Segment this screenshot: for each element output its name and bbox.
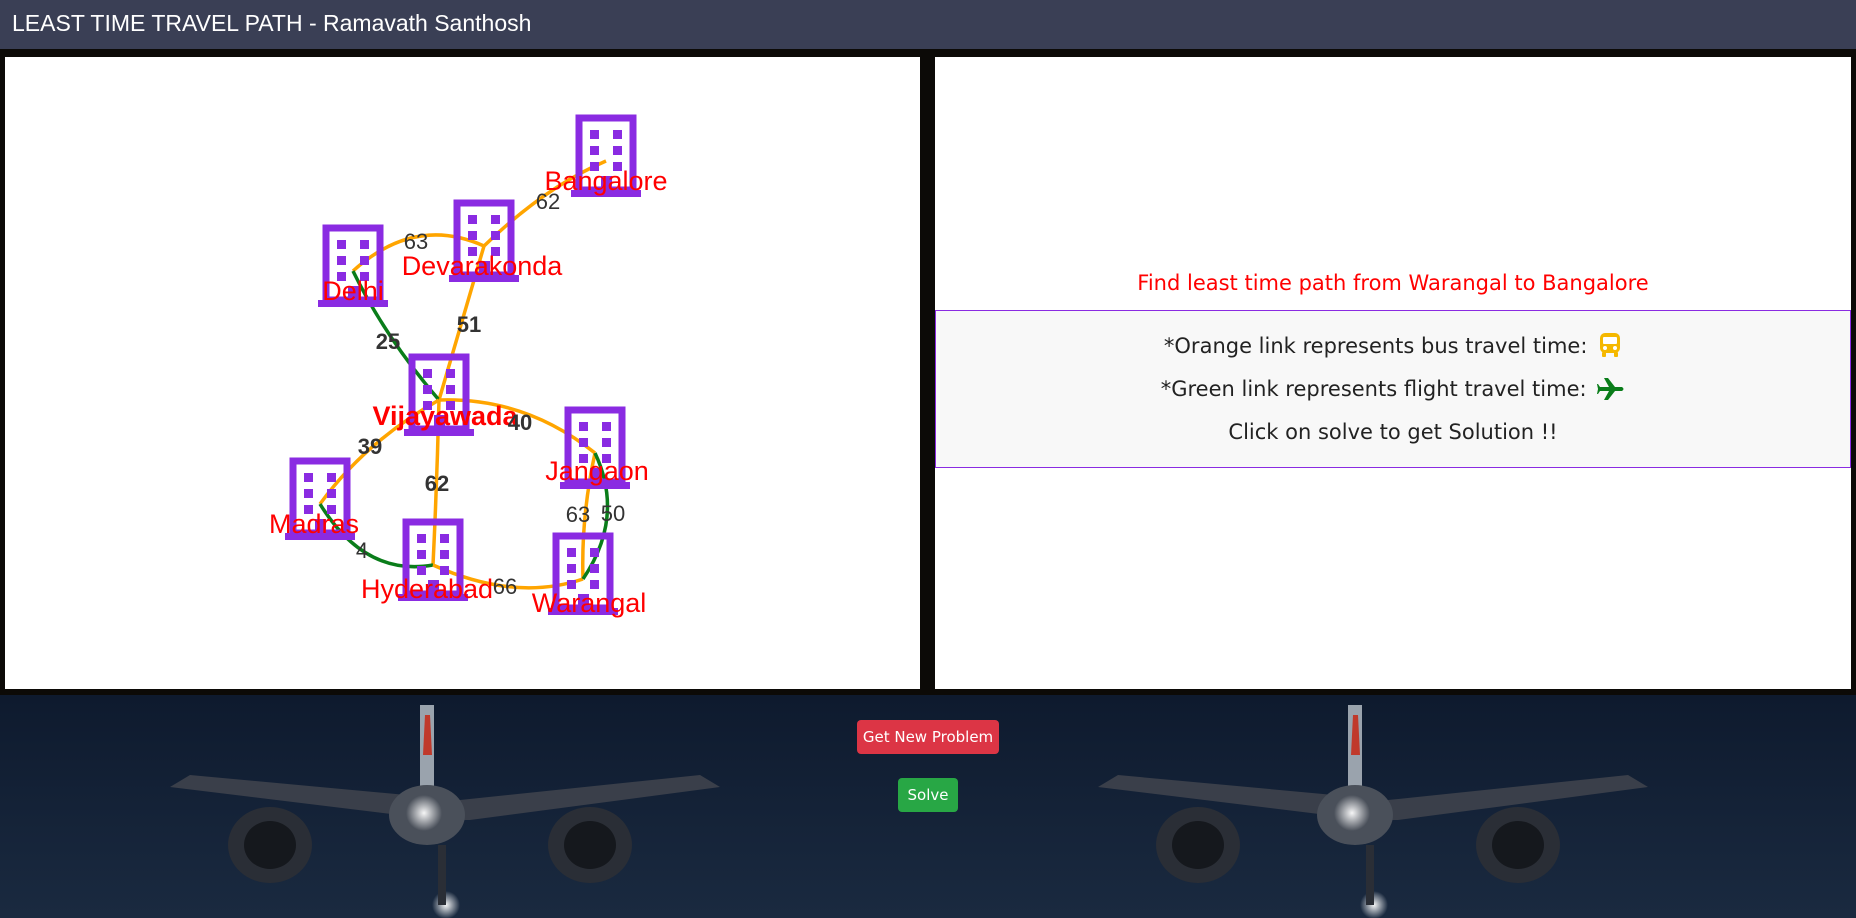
edge-time-label: 62	[425, 471, 449, 496]
travel-graph: Bangalore Devarakonda Delhi Vijayawada Janga…	[269, 57, 668, 618]
edge-time-label: 4	[356, 538, 368, 563]
flight-legend: *Green link represents flight travel tim…	[936, 374, 1850, 417]
problem-statement: Find least time path from Warangal to Ba…	[1137, 271, 1649, 295]
city-node-bangalore: Bangalore	[544, 118, 668, 197]
city-node-warangal: Warangal	[532, 536, 647, 618]
city-name-label: Warangal	[532, 588, 647, 618]
city-name-label: Hyderabad	[361, 574, 493, 604]
solve-hint: Click on solve to get Solution !!	[1228, 420, 1558, 444]
city-name-label: Jangaon	[545, 456, 649, 486]
city-name-label: Vijayawada	[372, 401, 518, 431]
background-banner: Get New Problem Solve	[0, 695, 1856, 918]
bus-legend-text: *Orange link represents bus travel time:	[1163, 334, 1588, 358]
city-node-delhi: Delhi	[318, 228, 388, 307]
get-new-problem-button[interactable]: Get New Problem	[857, 720, 999, 754]
edge-time-label: 40	[508, 410, 532, 435]
bus-legend: *Orange link represents bus travel time:	[936, 331, 1850, 374]
city-name-label: Devarakonda	[402, 251, 564, 281]
edge-time-label: 66	[493, 574, 517, 599]
graph-panel: Bangalore Devarakonda Delhi Vijayawada Janga…	[5, 57, 920, 689]
city-node-vijayawada: Vijayawada	[372, 357, 519, 436]
airplane-icon	[1597, 378, 1624, 400]
edge-time-label: 39	[358, 434, 382, 459]
legend-box: *Orange link represents bus travel time:…	[935, 310, 1851, 468]
edge-time-label: 62	[536, 189, 560, 214]
city-layer: Bangalore Devarakonda Delhi Vijayawada Janga…	[269, 118, 668, 618]
edge-time-label: 51	[457, 312, 481, 337]
app-title: LEAST TIME TRAVEL PATH - Ramavath Santho…	[12, 10, 532, 36]
city-name-label: Madras	[269, 509, 359, 539]
edge-time-label: 63	[566, 502, 590, 527]
bus-icon	[1600, 333, 1621, 357]
info-panel: Find least time path from Warangal to Ba…	[935, 57, 1851, 689]
edge-time-label: 25	[376, 329, 400, 354]
city-name-label: Bangalore	[544, 166, 667, 196]
city-node-madras: Madras	[269, 461, 359, 540]
app-header: LEAST TIME TRAVEL PATH - Ramavath Santho…	[0, 0, 1856, 49]
city-node-jangaon: Jangaon	[545, 410, 649, 489]
city-node-hyderabad: Hyderabad	[361, 522, 493, 604]
edge-time-label: 63	[404, 229, 428, 254]
flight-legend-text: *Green link represents flight travel tim…	[1160, 377, 1587, 401]
solve-button[interactable]: Solve	[898, 778, 958, 812]
city-name-label: Delhi	[322, 276, 384, 306]
edge-time-label: 50	[601, 501, 625, 526]
